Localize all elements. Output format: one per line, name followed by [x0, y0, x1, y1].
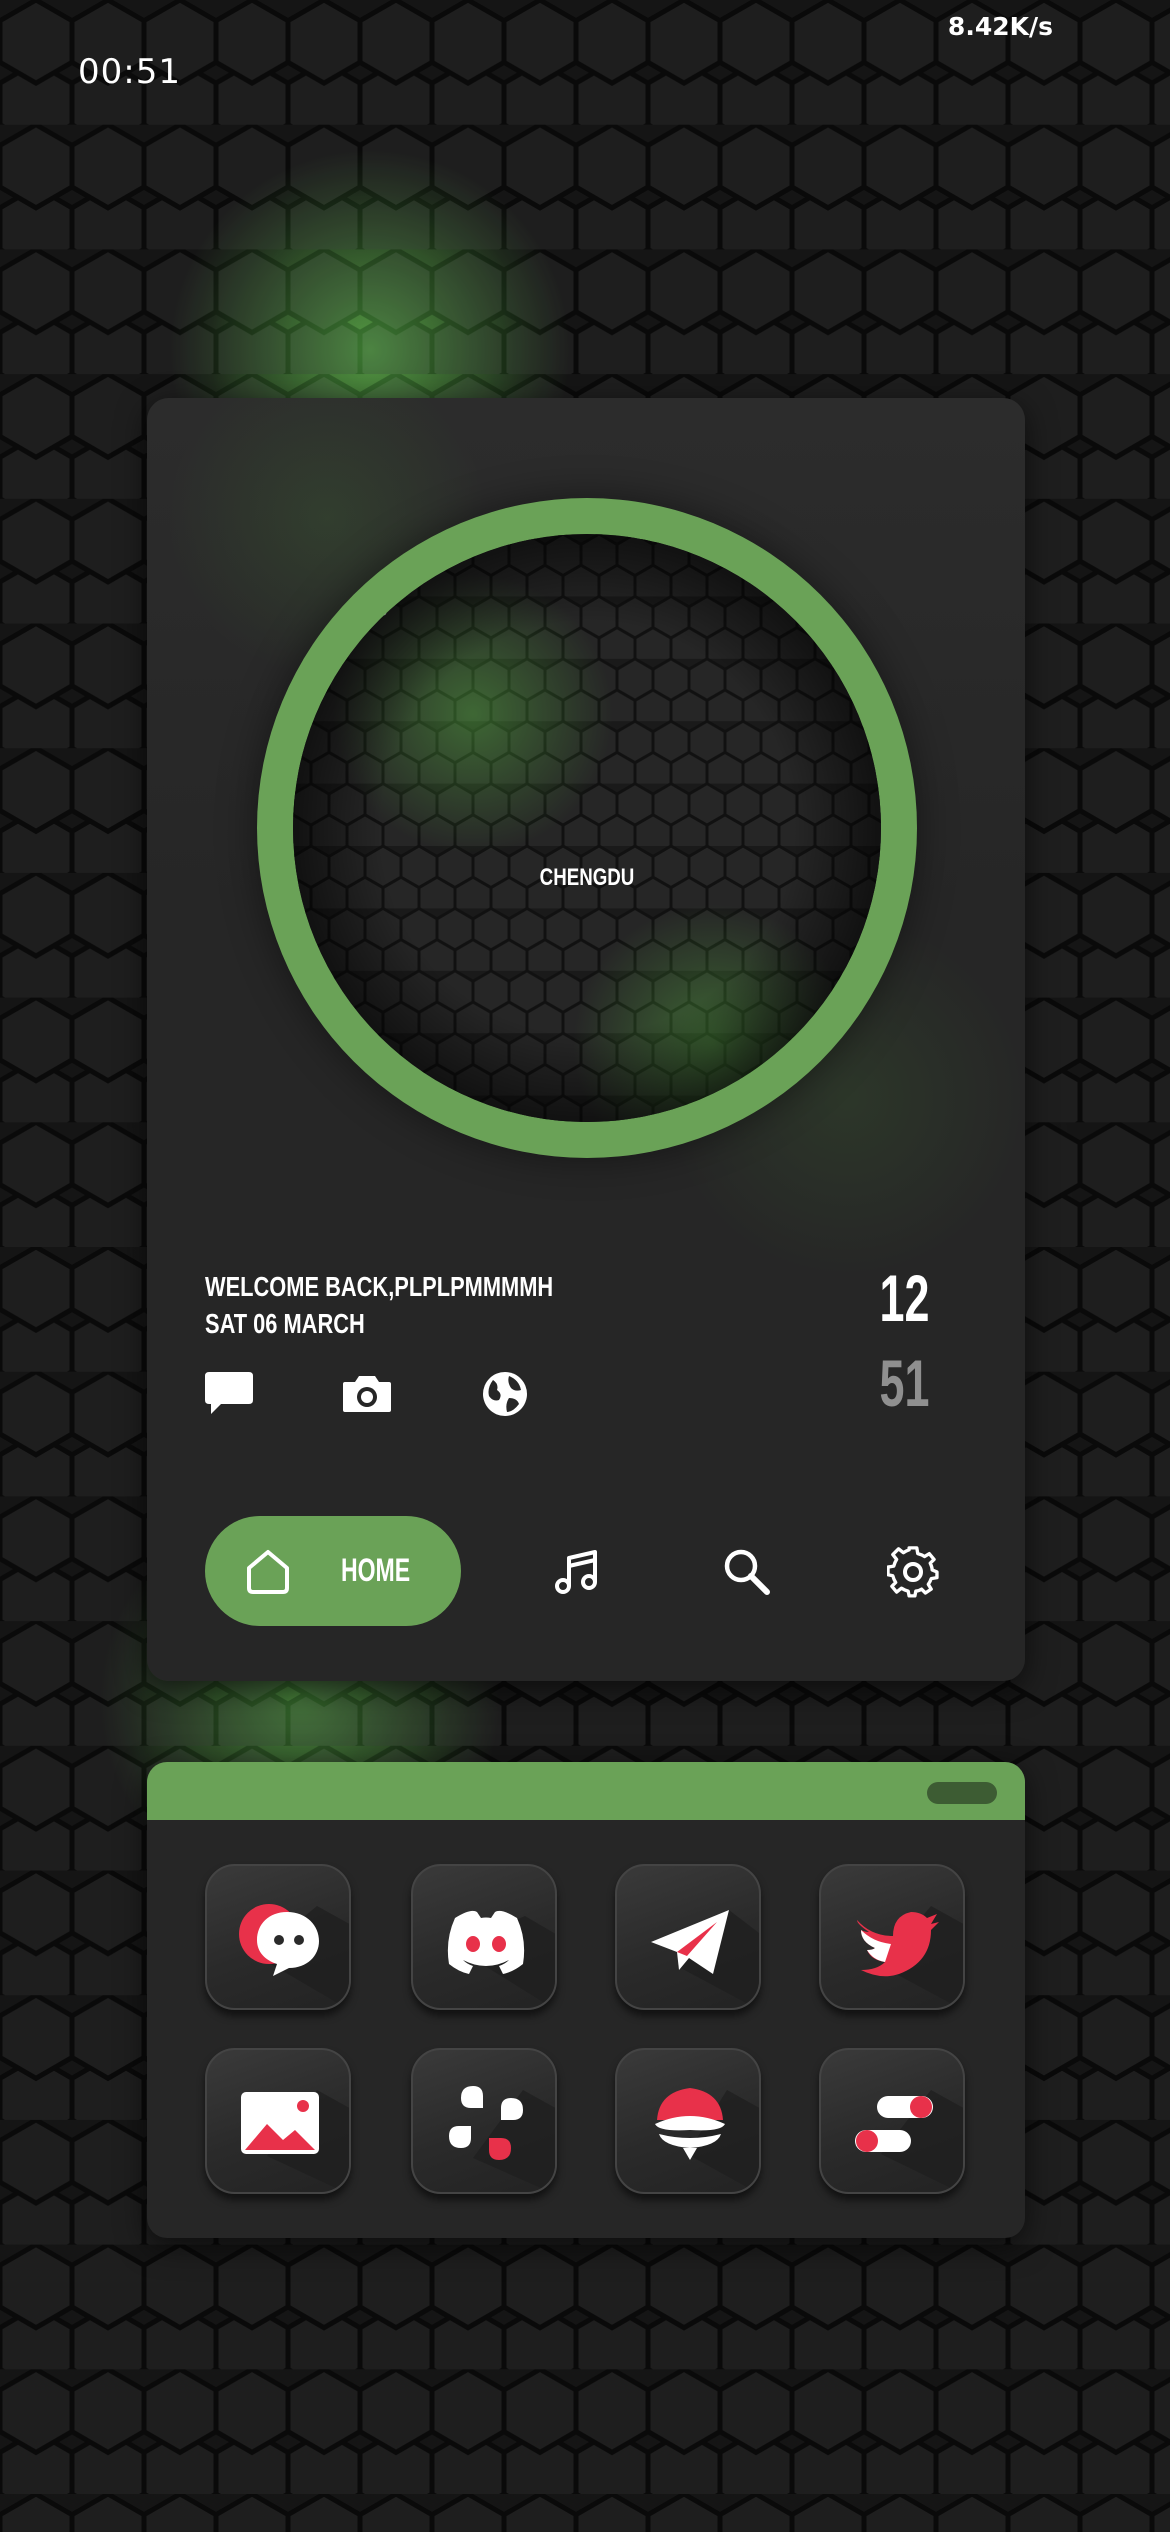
weather-widget[interactable]: CHENGDU — [257, 498, 917, 1158]
twitter-icon — [857, 1906, 963, 2008]
app-gallery[interactable] — [205, 2048, 351, 2194]
music-note-icon[interactable] — [551, 1546, 603, 1598]
search-icon[interactable] — [721, 1546, 773, 1598]
camera-icon[interactable] — [341, 1368, 393, 1420]
app-layered-bubble[interactable] — [615, 2048, 761, 2194]
dock-header — [147, 1762, 1025, 1820]
nav-home-label: HOME — [341, 1552, 411, 1588]
toggles-icon — [855, 2090, 963, 2192]
dock-handle[interactable] — [927, 1782, 997, 1804]
telegram-icon — [651, 1910, 759, 2008]
layered-bubble-icon — [655, 2088, 759, 2192]
discord-icon — [447, 1910, 555, 2008]
cloud-rain-icon — [300, 542, 389, 629]
app-twitter[interactable] — [819, 1864, 965, 2010]
city-name: CHENGDU — [539, 864, 635, 891]
weather-dial: CHENGDU — [293, 534, 881, 1122]
welcome-text: WELCOME BACK,PLPLPMMMMH — [205, 1271, 554, 1302]
greeting: WELCOME BACK,PLPLPMMMMH SAT 06 MARCH — [205, 1268, 553, 1342]
app-dock-card — [147, 1762, 1025, 2238]
app-telegram[interactable] — [615, 1864, 761, 2010]
gear-icon[interactable] — [887, 1546, 939, 1598]
clock-hour: 12 — [879, 1261, 929, 1335]
status-time: 00:51 — [78, 52, 181, 92]
gallery-icon — [241, 2090, 349, 2192]
clock-minute: 51 — [879, 1346, 929, 1420]
chat-bubble-icon[interactable] — [203, 1368, 255, 1420]
date-text: SAT 06 MARCH — [205, 1308, 365, 1339]
slack-icon — [449, 2086, 555, 2192]
home-icon — [247, 1550, 289, 1594]
app-discord[interactable] — [411, 1864, 557, 2010]
network-speed: 8.42K/s — [947, 12, 1053, 41]
chat-bubbles-icon — [239, 1904, 349, 2008]
app-toggles[interactable] — [819, 2048, 965, 2194]
app-slack[interactable] — [411, 2048, 557, 2194]
main-widget-card: CHENGDU WELCOME BACK,PLPLPMMMMH SAT 06 M… — [147, 398, 1025, 1681]
nav-home-button[interactable]: HOME — [205, 1516, 461, 1626]
app-chat-bubbles[interactable] — [205, 1864, 351, 2010]
globe-icon[interactable] — [479, 1368, 531, 1420]
